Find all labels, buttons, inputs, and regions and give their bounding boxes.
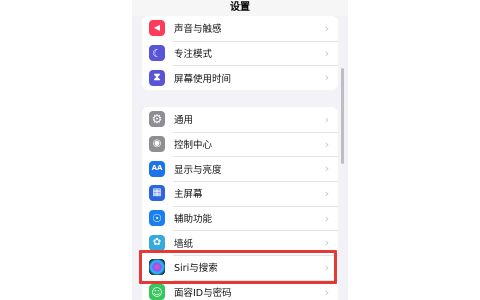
display-brightness-icon: AA xyxy=(149,160,165,177)
row-label: 显示与亮度 xyxy=(174,164,222,176)
chevron-right-icon: › xyxy=(324,236,330,250)
chevron-right-icon: › xyxy=(324,186,330,200)
row-accessibility[interactable]: ☉ 辅助功能 › xyxy=(142,205,338,231)
row-sounds-haptics[interactable]: ◀ 声音与触感 › xyxy=(142,16,338,41)
chevron-right-icon: › xyxy=(324,137,330,151)
face-id-icon: ☺ xyxy=(149,284,165,300)
speaker-icon: ◀ xyxy=(149,20,165,37)
chevron-right-icon: › xyxy=(324,21,330,35)
chevron-right-icon: › xyxy=(324,71,330,85)
chevron-right-icon: › xyxy=(324,46,330,60)
gear-icon: ⚙ xyxy=(149,111,165,128)
row-control-center[interactable]: ◉ 控制中心 › xyxy=(142,131,338,157)
siri-icon xyxy=(149,259,165,276)
row-label: Siri与搜索 xyxy=(174,263,218,275)
chevron-right-icon: › xyxy=(324,112,330,126)
row-label: 通用 xyxy=(174,115,194,127)
accessibility-icon: ☉ xyxy=(149,210,165,227)
row-label: 声音与触感 xyxy=(174,24,222,36)
chevron-right-icon: › xyxy=(324,162,330,176)
home-screen-icon: ▦ xyxy=(149,185,165,202)
chevron-right-icon: › xyxy=(324,260,330,274)
row-screen-time[interactable]: ⧗ 屏幕使用时间 › xyxy=(142,65,338,90)
hourglass-icon: ⧗ xyxy=(149,69,165,86)
row-general[interactable]: ⚙ 通用 › xyxy=(142,107,338,132)
row-label: 主屏幕 xyxy=(174,189,203,201)
wallpaper-icon: ✿ xyxy=(149,234,165,251)
chevron-right-icon: › xyxy=(324,211,330,225)
row-home-screen[interactable]: ▦ 主屏幕 › xyxy=(142,181,338,206)
row-wallpaper[interactable]: ✿ 墙纸 › xyxy=(142,230,338,255)
row-siri-search[interactable]: Siri与搜索 › xyxy=(142,255,338,280)
control-center-icon: ◉ xyxy=(149,136,165,153)
row-label: 专注模式 xyxy=(174,49,213,61)
row-label: 辅助功能 xyxy=(174,214,213,226)
row-label: 屏幕使用时间 xyxy=(174,73,232,85)
row-label: 控制中心 xyxy=(174,140,213,152)
row-label: 墙纸 xyxy=(174,238,194,250)
chevron-right-icon: › xyxy=(324,285,330,299)
moon-icon: ☾ xyxy=(149,45,165,62)
row-focus[interactable]: ☾ 专注模式 › xyxy=(142,40,338,66)
settings-screen: 设置 ◀ 声音与触感 › ☾ 专注模式 › ⧗ 屏幕使用时间 › ⚙ 通用 › … xyxy=(132,0,348,300)
page-title: 设置 xyxy=(132,0,348,16)
settings-group-main: ⚙ 通用 › ◉ 控制中心 › AA 显示与亮度 › ▦ 主屏幕 › ☉ 辅助功… xyxy=(142,107,338,300)
row-display-brightness[interactable]: AA 显示与亮度 › xyxy=(142,156,338,181)
row-label: 面容ID与密码 xyxy=(174,288,232,300)
settings-group-top: ◀ 声音与触感 › ☾ 专注模式 › ⧗ 屏幕使用时间 › xyxy=(142,16,338,91)
scrollbar[interactable] xyxy=(341,68,344,164)
row-face-id-passcode[interactable]: ☺ 面容ID与密码 › xyxy=(142,279,338,300)
